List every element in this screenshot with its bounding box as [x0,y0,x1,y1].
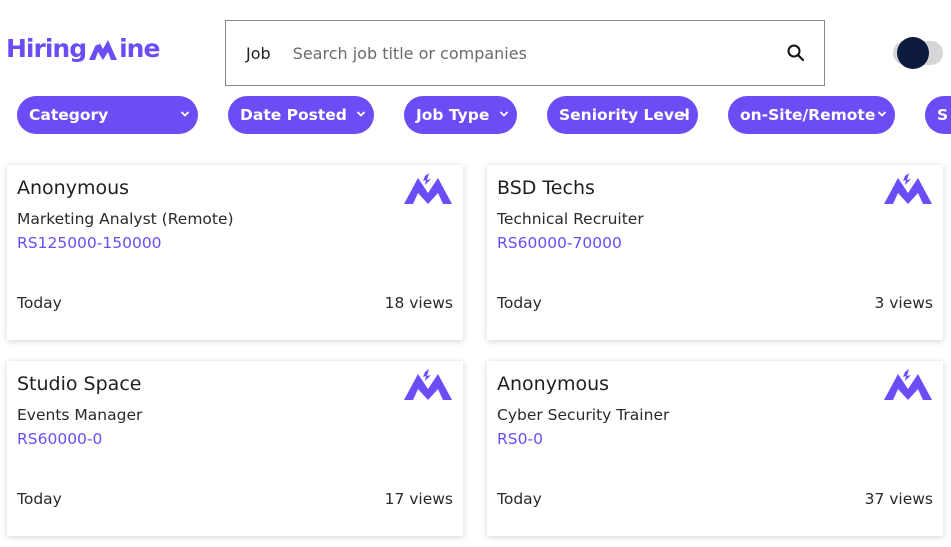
job-card[interactable]: Anonymous Cyber Security Trainer RS0-0 T… [487,361,943,536]
company-name: BSD Techs [497,177,595,199]
salary-range: RS0-0 [497,430,543,448]
job-card[interactable]: Studio Space Events Manager RS60000-0 To… [7,361,463,536]
search-label: Job [246,43,271,63]
search-bar: Job [225,20,825,86]
filter-label: S [937,106,949,124]
filter-label: Seniority Level [559,106,690,124]
filter-label: Category [29,106,109,124]
hiringmine-mountain-icon [89,39,118,60]
filter-category[interactable]: Category [17,96,198,134]
posted-date: Today [17,294,62,312]
view-count: 37 views [864,490,933,508]
company-name: Anonymous [17,177,130,199]
company-name: Studio Space [17,373,142,395]
view-count: 17 views [384,490,453,508]
posted-date: Today [497,490,542,508]
chevron-down-icon [356,111,366,117]
filter-onsite-remote[interactable]: on-Site/Remote [728,96,895,134]
chevron-down-icon [499,111,509,117]
job-title: Marketing Analyst (Remote) [17,210,234,228]
filter-seniority-level[interactable]: Seniority Level [547,96,698,134]
salary-range: RS60000-70000 [497,234,622,252]
salary-range: RS60000-0 [17,430,103,448]
filter-date-posted[interactable]: Date Posted [228,96,374,134]
job-title: Events Manager [17,406,143,424]
posted-date: Today [17,490,62,508]
job-title: Cyber Security Trainer [497,406,670,424]
chevron-down-icon [180,111,190,117]
chevron-down-icon [680,111,690,117]
logo-text-hiring: Hiring [6,34,87,63]
hiringmine-mountain-icon [884,173,932,204]
logo-text-ine: ine [119,34,160,63]
salary-range: RS125000-150000 [17,234,162,252]
filter-job-type[interactable]: Job Type [404,96,517,134]
hiringmine-mountain-icon [404,369,452,400]
chevron-down-icon [877,111,887,117]
toggle-knob [897,37,929,69]
dark-mode-toggle[interactable] [893,37,943,69]
job-board-page: Hiring ine Job Category Date Posted Job … [0,0,951,547]
hiringmine-mountain-icon [404,173,452,204]
filter-label: Date Posted [240,106,347,124]
search-input[interactable] [292,43,763,63]
job-card[interactable]: Anonymous Marketing Analyst (Remote) RS1… [7,165,463,340]
hiringmine-logo[interactable]: Hiring ine [6,34,160,63]
posted-date: Today [497,294,542,312]
job-card[interactable]: BSD Techs Technical Recruiter RS60000-70… [487,165,943,340]
hiringmine-mountain-icon [884,369,932,400]
company-name: Anonymous [497,373,610,395]
view-count: 3 views [874,294,933,312]
filter-partial[interactable]: S [925,96,951,134]
job-title: Technical Recruiter [497,210,644,228]
search-icon[interactable] [786,43,806,63]
filter-label: Job Type [416,106,490,124]
view-count: 18 views [384,294,453,312]
filter-label: on-Site/Remote [740,106,876,124]
